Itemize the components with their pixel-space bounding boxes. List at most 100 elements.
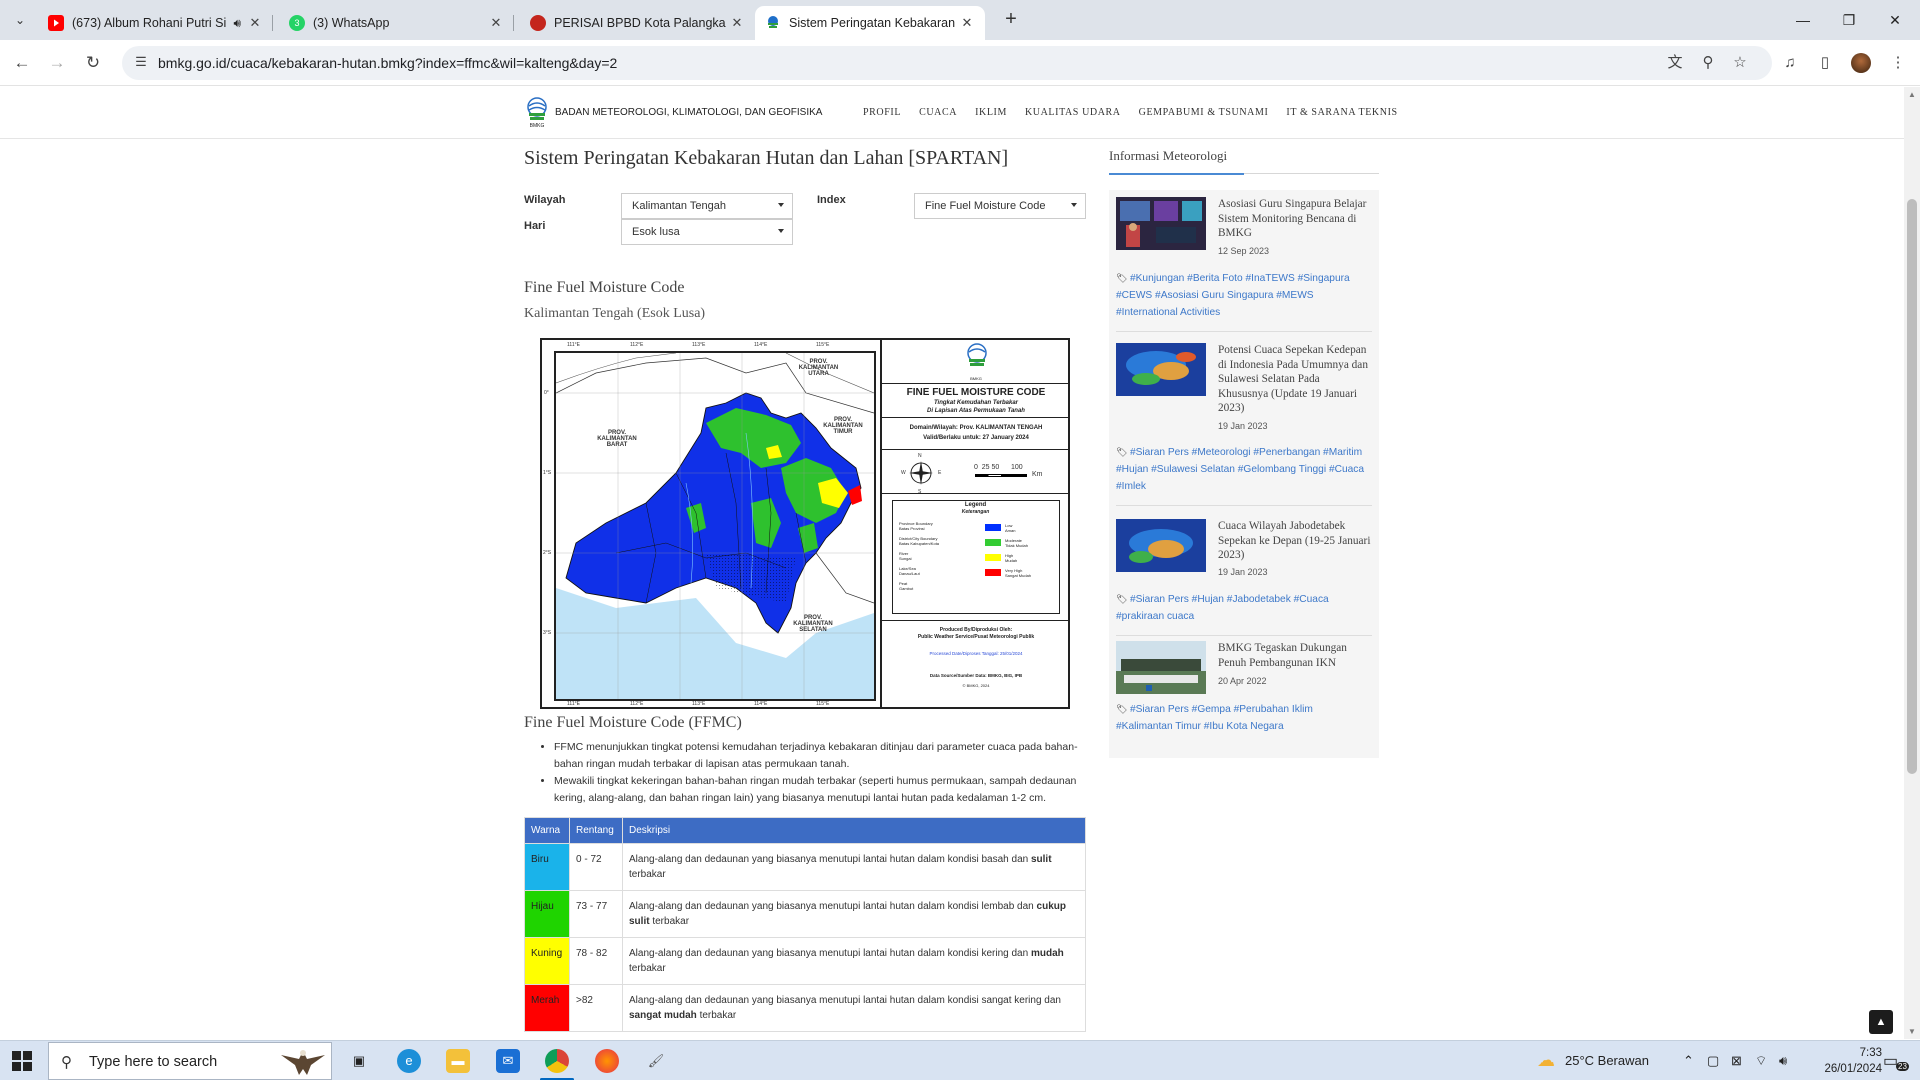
bmkg-logo[interactable]: BMKG xyxy=(524,97,550,129)
news-item[interactable]: Cuaca Wilayah Jabodetabek Sepekan ke Dep… xyxy=(1116,519,1372,636)
news-tags-text[interactable]: #Siaran Pers #Hujan #Jabodetabek #Cuaca … xyxy=(1116,594,1329,622)
windows-start-icon[interactable] xyxy=(12,1051,32,1071)
forward-arrow-icon[interactable]: → xyxy=(43,49,71,77)
hari-select[interactable]: Esok lusa xyxy=(621,219,793,245)
chrome-icon[interactable] xyxy=(545,1049,569,1073)
meet-icon[interactable]: ▢ xyxy=(1707,1053,1719,1069)
edge-icon[interactable]: e xyxy=(397,1049,421,1073)
news-tags-text[interactable]: #Siaran Pers #Meteorologi #Penerbangan #… xyxy=(1116,447,1364,492)
tab-spartan[interactable]: Sistem Peringatan Kebakaran H ✕ xyxy=(755,6,985,40)
volume-icon[interactable]: 🔊︎ xyxy=(1779,1053,1787,1069)
color-cell: Kuning xyxy=(524,937,570,985)
tab-bpbd[interactable]: PERISAI BPBD Kota Palangka Ra ✕ xyxy=(520,6,755,40)
lat-tick: 2°S xyxy=(543,550,552,556)
nav-profil[interactable]: PROFIL xyxy=(863,107,901,118)
translate-icon[interactable]: 文 xyxy=(1661,49,1689,77)
prov-label-kalsel: PROV. KALIMANTAN SELATAN xyxy=(793,615,833,633)
whatsapp-icon: 3 xyxy=(289,15,305,31)
range-cell: 78 - 82 xyxy=(569,937,623,985)
desc-cell: Alang-alang dan dedaunan yang biasanya m… xyxy=(622,937,1086,985)
paint-icon[interactable]: 🖌︎ xyxy=(644,1049,668,1073)
close-icon[interactable]: ✕ xyxy=(959,15,975,31)
news-title[interactable]: BMKG Tegaskan Dukungan Penuh Pembangunan… xyxy=(1218,641,1372,670)
chevron-up-icon[interactable]: ⌃ xyxy=(1683,1053,1694,1069)
legend-subtitle: Keterangan xyxy=(961,509,990,515)
profile-avatar[interactable] xyxy=(1851,53,1871,73)
map-domain: Domain/Wilayah: Prov. KALIMANTAN TENGAH xyxy=(909,425,1043,431)
news-thumbnail[interactable] xyxy=(1116,641,1206,694)
tab-title: Sistem Peringatan Kebakaran H xyxy=(789,16,959,30)
news-tags[interactable]: 🏷︎ #Siaran Pers #Meteorologi #Penerbanga… xyxy=(1116,444,1372,495)
weather-text[interactable]: 25°C Berawan xyxy=(1565,1053,1649,1068)
new-tab-button[interactable]: + xyxy=(997,8,1025,32)
page-scrollbar[interactable]: ▲ ▼ xyxy=(1904,87,1920,1039)
mail-icon[interactable]: ✉ xyxy=(496,1049,520,1073)
address-bar[interactable]: ☰ bmkg.go.id/cuaca/kebakaran-hutan.bmkg?… xyxy=(122,46,1772,80)
lon-tick: 111°E xyxy=(567,342,580,348)
legend-text: Gambut xyxy=(899,586,914,591)
clock[interactable]: 7:33 26/01/2024 xyxy=(1802,1045,1882,1077)
clock-date: 26/01/2024 xyxy=(1824,1063,1882,1075)
wifi-icon[interactable]: ⌔ xyxy=(1755,1053,1767,1069)
news-thumbnail[interactable] xyxy=(1116,343,1206,396)
close-icon[interactable]: ✕ xyxy=(729,15,745,31)
news-thumbnail[interactable] xyxy=(1116,519,1206,572)
nav-kualitas-udara[interactable]: KUALITAS UDARA xyxy=(1025,107,1121,118)
zoom-icon[interactable]: ⚲ xyxy=(1694,49,1722,77)
ffmc-map: PROV. KALIMANTAN UTARA PROV. KALIMANTAN … xyxy=(540,338,1070,709)
file-explorer-icon[interactable]: ▬ xyxy=(446,1049,470,1073)
news-title[interactable]: Asosiasi Guru Singapura Belajar Sistem M… xyxy=(1218,197,1372,241)
minimize-button[interactable]: — xyxy=(1780,0,1826,40)
scroll-down-arrow[interactable]: ▼ xyxy=(1908,1027,1916,1036)
news-item[interactable]: BMKG Tegaskan Dukungan Penuh Pembangunan… xyxy=(1116,641,1372,751)
nav-it-sarana[interactable]: IT & SARANA TEKNIS xyxy=(1286,107,1397,118)
news-tags[interactable]: 🏷︎ #Kunjungan #Berita Foto #InaTEWS #Sin… xyxy=(1116,270,1372,321)
site-info-icon[interactable]: ☰ xyxy=(132,54,150,72)
news-item[interactable]: Potensi Cuaca Sepekan Kedepan di Indones… xyxy=(1116,343,1372,513)
firefox-icon[interactable] xyxy=(595,1049,619,1073)
task-view-icon[interactable]: ▣ xyxy=(347,1049,371,1073)
lon-tick: 115°E xyxy=(816,342,830,348)
menu-kebab-icon[interactable]: ⋮ xyxy=(1884,49,1912,77)
side-panel-icon[interactable]: ▯ xyxy=(1811,49,1839,77)
speaker-icon[interactable]: 🔊︎ xyxy=(233,16,241,31)
legend-text: Aman xyxy=(1005,528,1016,533)
nav-cuaca[interactable]: CUACA xyxy=(919,107,957,118)
tab-whatsapp[interactable]: 3 (3) WhatsApp ✕ xyxy=(279,6,514,40)
news-tags[interactable]: 🏷︎ #Siaran Pers #Gempa #Perubahan Iklim … xyxy=(1116,701,1372,735)
news-item[interactable]: Asosiasi Guru Singapura Belajar Sistem M… xyxy=(1116,197,1372,332)
legend-class-moderate: Moderate Tidak Mudah xyxy=(985,538,1055,553)
restore-button[interactable]: ❐ xyxy=(1826,0,1872,40)
news-title[interactable]: Cuaca Wilayah Jabodetabek Sepekan ke Dep… xyxy=(1218,519,1372,563)
scroll-up-arrow[interactable]: ▲ xyxy=(1908,90,1916,99)
news-tags[interactable]: 🏷︎ #Siaran Pers #Hujan #Jabodetabek #Cua… xyxy=(1116,591,1372,625)
nav-iklim[interactable]: IKLIM xyxy=(975,107,1007,118)
taskbar-search[interactable]: ⚲ Type here to search xyxy=(48,1042,332,1080)
nav-gempabumi[interactable]: GEMPABUMI & TSUNAMI xyxy=(1139,107,1269,118)
wilayah-select[interactable]: Kalimantan Tengah xyxy=(621,193,793,219)
map-domain-section: Domain/Wilayah: Prov. KALIMANTAN TENGAH … xyxy=(882,418,1070,450)
scrollbar-thumb[interactable] xyxy=(1907,199,1917,774)
site-brand[interactable]: BADAN METEOROLOGI, KLIMATOLOGI, DAN GEOF… xyxy=(555,107,822,118)
close-icon[interactable]: ✕ xyxy=(488,15,504,31)
network-status-icon[interactable]: ⊠ xyxy=(1731,1053,1742,1069)
caret-down-icon xyxy=(778,229,784,233)
news-tags-text[interactable]: #Siaran Pers #Gempa #Perubahan Iklim #Ka… xyxy=(1116,704,1313,732)
index-select[interactable]: Fine Fuel Moisture Code xyxy=(914,193,1086,219)
tab-title: PERISAI BPBD Kota Palangka Ra xyxy=(554,16,729,30)
back-arrow-icon[interactable]: ← xyxy=(8,49,36,77)
news-thumbnail[interactable] xyxy=(1116,197,1206,250)
media-control-icon[interactable]: ♫ xyxy=(1776,49,1804,77)
bookmark-star-icon[interactable]: ☆ xyxy=(1726,49,1754,77)
tab-search-icon[interactable]: ⌄ xyxy=(8,8,32,32)
news-title[interactable]: Potensi Cuaca Sepekan Kedepan di Indones… xyxy=(1218,343,1372,416)
reload-icon[interactable]: ↻ xyxy=(79,49,107,77)
site-header: BMKG BADAN METEOROLOGI, KLIMATOLOGI, DAN… xyxy=(0,87,1904,139)
window-close-button[interactable]: ✕ xyxy=(1872,0,1918,40)
weather-icon[interactable]: ☁︎ xyxy=(1537,1050,1555,1071)
search-highlight-eagle-icon[interactable] xyxy=(277,1045,329,1079)
tab-youtube[interactable]: (673) Album Rohani Putri Si 🔊︎ ✕ xyxy=(38,6,273,40)
close-icon[interactable]: ✕ xyxy=(247,15,263,31)
scroll-to-top-button[interactable]: ▲ xyxy=(1869,1010,1893,1034)
news-tags-text[interactable]: #Kunjungan #Berita Foto #InaTEWS #Singap… xyxy=(1116,273,1350,318)
